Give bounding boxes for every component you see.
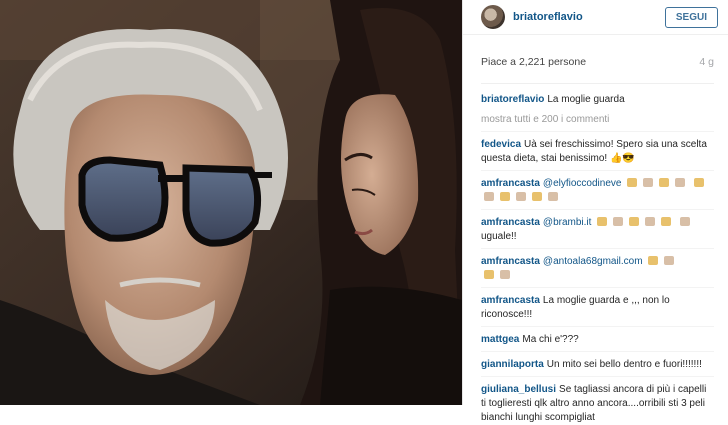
caption: briatoreflavio La moglie guarda (481, 93, 714, 107)
square-emoji-icon (679, 217, 690, 226)
thumbs-up-emoji-icon (532, 192, 542, 201)
comment-username[interactable]: amfrancasta (481, 295, 540, 306)
thumbs-up-emoji-icon (661, 217, 672, 226)
comment-username[interactable]: amfrancasta (481, 256, 540, 267)
square-emoji-icon (643, 178, 654, 187)
comment: fedevica Uà sei freschissimo! Spero sia u… (481, 138, 714, 166)
comments-list: briatoreflavio La moglie guarda mostra tu… (463, 93, 728, 425)
square-emoji-icon (484, 192, 494, 201)
caption-text: La moglie guarda (547, 94, 625, 105)
square-emoji-icon (645, 217, 656, 226)
thumbs-up-emoji-icon (629, 217, 640, 226)
post-age[interactable]: 4 g (699, 56, 714, 68)
divider (481, 287, 714, 288)
comment-mention[interactable]: @antoala68gmail.com (543, 256, 643, 267)
square-emoji-icon (613, 217, 624, 226)
divider (481, 326, 714, 327)
square-emoji-icon (500, 270, 510, 279)
comment: amfrancasta @elyfioccodineve (481, 177, 714, 205)
divider (481, 131, 714, 132)
comment-text: uguale!! (481, 231, 517, 242)
comment: mattgea Ma chi e'??? (481, 333, 714, 347)
comment: amfrancasta @antoala68gmail.com (481, 255, 714, 283)
divider (481, 351, 714, 352)
caption-username[interactable]: briatoreflavio (481, 94, 544, 105)
comment-username[interactable]: mattgea (481, 334, 519, 345)
thumbs-up-emoji-icon (648, 256, 659, 265)
divider (481, 170, 714, 171)
comment-text: Un mito sei bello dentro e fuori!!!!!!! (546, 359, 702, 370)
avatar[interactable] (481, 5, 505, 29)
thumbs-up-emoji-icon (484, 270, 494, 279)
comment-username[interactable]: amfrancasta (481, 178, 540, 189)
post-header: briatoreflavio SEGUI (463, 0, 728, 35)
comment-mention[interactable]: @elyfioccodineve (543, 178, 622, 189)
thumbs-up-emoji-icon (500, 192, 510, 201)
thumbs-up-emoji-icon (694, 178, 705, 187)
divider (481, 209, 714, 210)
square-emoji-icon (548, 192, 558, 201)
square-emoji-icon (516, 192, 526, 201)
likes-count[interactable]: Piace a 2,221 persone (481, 56, 586, 68)
comment-text: Ma chi e'??? (522, 334, 579, 345)
square-emoji-icon (675, 178, 686, 187)
follow-button[interactable]: SEGUI (664, 6, 718, 28)
post-sidebar: briatoreflavio SEGUI Piace a 2,221 perso… (462, 0, 728, 423)
comment: giannilaporta Un mito sei bello dentro e … (481, 358, 714, 372)
comment-username[interactable]: amfrancasta (481, 217, 540, 228)
comment: amfrancasta @brambi.it uguale!! (481, 216, 714, 244)
square-emoji-icon (664, 256, 675, 265)
divider (481, 376, 714, 377)
comment: giuliana_bellusi Se tagliassi ancora di p… (481, 383, 714, 425)
thumbs-up-emoji-icon (659, 178, 670, 187)
comment-mention[interactable]: @brambi.it (543, 217, 592, 228)
thumbs-up-emoji-icon (627, 178, 638, 187)
show-all-comments-link[interactable]: mostra tutti e 200 i commenti (481, 113, 714, 127)
selfie-image (0, 0, 462, 405)
divider (481, 248, 714, 249)
comment-username[interactable]: giannilaporta (481, 359, 544, 370)
divider (481, 83, 714, 84)
comment-username[interactable]: giuliana_bellusi (481, 384, 556, 395)
username-link[interactable]: briatoreflavio (513, 11, 665, 23)
comment-username[interactable]: fedevica (481, 139, 521, 150)
comment: amfrancasta La moglie guarda e ,,, non lo… (481, 294, 714, 322)
post-photo[interactable] (0, 0, 462, 405)
thumbs-up-emoji-icon (597, 217, 608, 226)
likes-row: Piace a 2,221 persone 4 g (463, 35, 728, 68)
